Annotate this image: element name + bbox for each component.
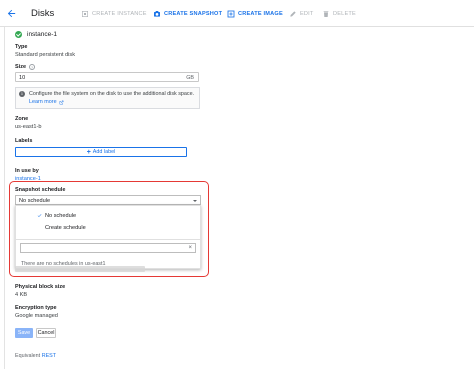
edit-label: EDIT [300,11,314,17]
type-value: Standard persistent disk [15,52,76,58]
top-bar: Disks CREATE INSTANCE CREATE SNAPSHOT CR… [0,0,474,27]
create-instance-label: CREATE INSTANCE [92,11,147,17]
save-button[interactable]: Save [15,328,33,338]
create-snapshot-button[interactable]: CREATE SNAPSHOT [153,10,222,18]
back-arrow-icon[interactable] [6,8,17,19]
page-title: Disks [31,8,55,19]
equivalent-row: Equivalent REST [15,353,56,359]
delete-button[interactable]: DELETE [322,10,356,18]
add-label-text: Add label [92,149,116,155]
size-field[interactable]: 10 GB [15,72,199,82]
plus-icon: + [86,148,91,156]
block-size-value: 4 KB [15,292,28,298]
highlight-annotation [9,181,209,277]
create-snapshot-label: CREATE SNAPSHOT [164,11,223,17]
edit-button[interactable]: EDIT [289,10,314,18]
check-circle-icon [15,31,22,38]
disk-name: instance-1 [27,31,57,38]
create-image-icon [227,10,235,18]
type-label: Type [15,44,28,50]
size-unit: GB [186,74,194,81]
cancel-button[interactable]: Cancel [36,328,56,338]
in-use-label: In use by [15,168,39,174]
learn-more-label: Learn more [29,99,57,105]
trash-icon [323,11,329,17]
size-label-row: Size ? [15,64,36,70]
size-label: Size [15,64,27,70]
info-text: Configure the file system on the disk to… [29,91,195,97]
info-callout: i Configure the file system on the disk … [15,87,200,109]
encryption-label: Encryption type [15,305,57,311]
create-image-button[interactable]: CREATE IMAGE [227,10,283,18]
create-instance-icon [82,11,88,17]
add-label-button[interactable]: + Add label [15,147,187,157]
snapshot-icon [154,11,160,17]
equivalent-label: Equivalent [15,353,41,359]
pencil-icon [290,11,296,17]
size-value: 10 [19,74,26,81]
help-icon[interactable]: ? [29,64,36,70]
external-link-icon [59,100,63,104]
left-divider [4,27,5,369]
block-size-label: Physical block size [15,284,66,290]
learn-more-link[interactable]: Learn more [29,99,64,105]
info-icon: i [19,91,25,97]
labels-label: Labels [15,138,33,144]
delete-label: DELETE [333,11,356,17]
disk-status: instance-1 [15,31,57,38]
create-instance-button[interactable]: CREATE INSTANCE [81,10,147,18]
zone-label: Zone [15,116,29,122]
create-image-label: CREATE IMAGE [238,11,283,17]
zone-value: us-east1-b [15,124,42,130]
rest-link[interactable]: REST [42,353,56,359]
encryption-value: Google managed [15,313,58,319]
